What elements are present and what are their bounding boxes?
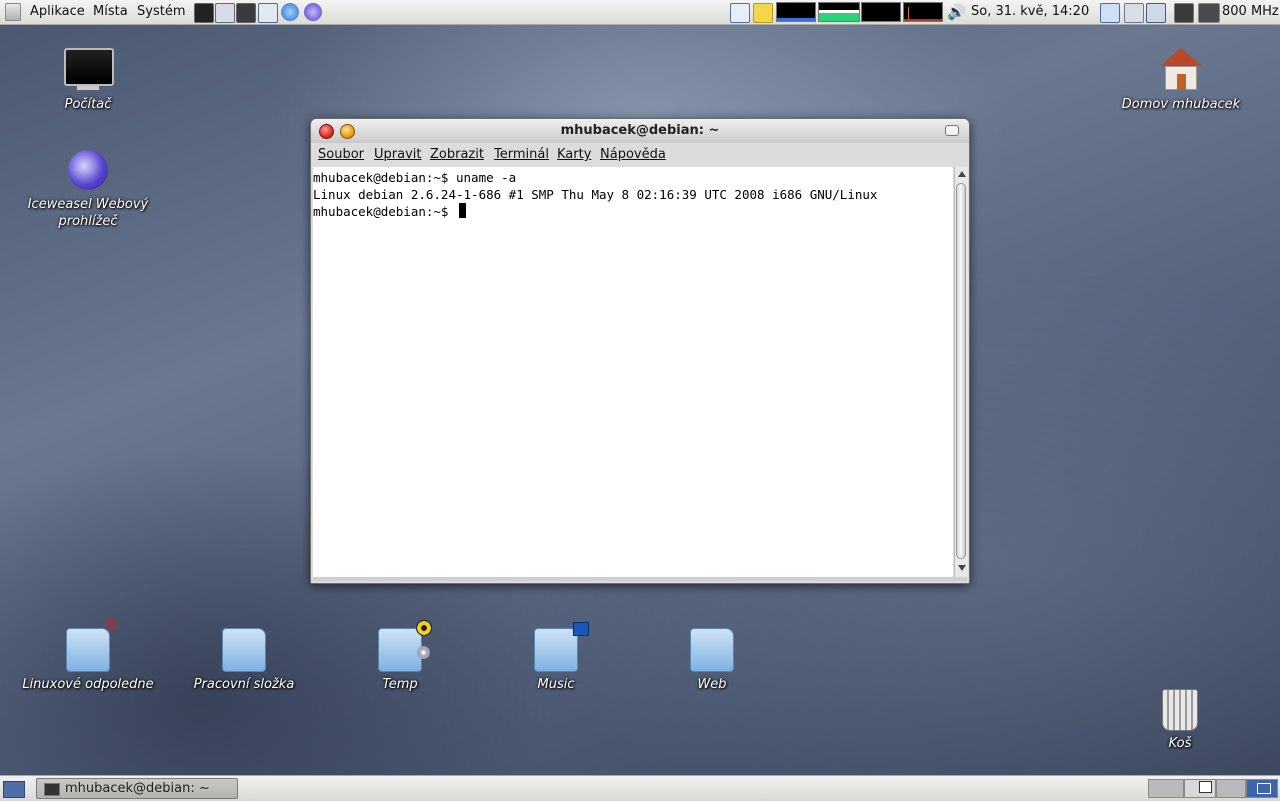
disc-emblem-icon: [417, 646, 430, 659]
trash-icon: [1162, 689, 1198, 731]
computer-icon: [64, 48, 114, 86]
terminal-icon[interactable]: [194, 3, 214, 23]
network-graph[interactable]: [861, 2, 901, 22]
memory-graph[interactable]: [818, 2, 860, 22]
clapperboard-emblem-icon: [573, 622, 589, 636]
desktop-icon-home[interactable]: Domov mhubacek: [1106, 46, 1256, 116]
load-graph[interactable]: [903, 2, 943, 22]
workspace-2[interactable]: [1184, 779, 1216, 798]
desktop-icon-pracovni-slozka[interactable]: Pracovní složka: [169, 620, 319, 700]
show-desktop-icon[interactable]: [3, 781, 25, 798]
menu-terminal[interactable]: Terminál: [494, 143, 549, 167]
cpu-freq-icon[interactable]: [1198, 3, 1220, 23]
menu-zobrazit[interactable]: Zobrazit: [430, 143, 484, 167]
terminal-icon: [44, 783, 60, 796]
desktop-icon-label: Pracovní složka: [193, 677, 295, 692]
menu-upravit[interactable]: Upravit: [374, 143, 421, 167]
vertical-scrollbar[interactable]: [954, 167, 968, 577]
home-icon: [1160, 48, 1202, 92]
cpu-frequency[interactable]: 800 MHz: [1222, 0, 1279, 24]
cpu-graph[interactable]: [776, 2, 816, 22]
display-icon[interactable]: [1146, 3, 1166, 23]
scroll-up-arrow[interactable]: [958, 171, 966, 177]
desktop-icon-linuxove-odpoledne[interactable]: Linuxové odpoledne: [13, 620, 163, 700]
desktop-icon-web[interactable]: Web: [637, 620, 787, 700]
task-terminal[interactable]: mhubacek@debian: ~: [36, 778, 238, 799]
places-menu[interactable]: Místa: [93, 0, 128, 24]
desktop-icon-label: Domov mhubacek: [1121, 97, 1241, 112]
desktop-icon-label: Koš: [1168, 736, 1192, 751]
update-icon[interactable]: [1124, 3, 1144, 23]
system-menu[interactable]: Systém: [137, 0, 185, 24]
terminal-line: Linux debian 2.6.24-1-686 #1 SMP Thu May…: [313, 187, 878, 202]
desktop-icon-computer[interactable]: Počítač: [13, 46, 163, 116]
folder-icon: [222, 628, 266, 672]
clipboard-icon[interactable]: [730, 3, 750, 23]
desktop-icon-trash[interactable]: Koš: [1105, 685, 1255, 757]
power-icon[interactable]: [1174, 3, 1194, 23]
emblem-icon: [106, 620, 116, 630]
applications-menu[interactable]: Aplikace: [30, 0, 85, 24]
folder-icon: [66, 628, 110, 672]
desktop-icon-label: Web: [697, 677, 727, 692]
menu-soubor[interactable]: Soubor: [318, 143, 364, 167]
terminal-line: mhubacek@debian:~$ uname -a: [313, 170, 517, 185]
menu-label: Upravit: [374, 147, 422, 162]
menubar: Soubor Upravit Zobrazit Terminál Karty N…: [311, 143, 969, 167]
menu-label: Soubor: [318, 147, 364, 162]
desktop-icon-iceweasel[interactable]: Iceweasel Webový prohlížeč: [13, 146, 163, 236]
top-panel: Aplikace Místa Systém 🔊 So, 31. kvě, 14:…: [0, 0, 1280, 25]
system-monitor-icon[interactable]: [236, 3, 256, 23]
desktop-icon-label: Počítač: [64, 97, 112, 112]
workspace-3[interactable]: [1216, 779, 1246, 798]
desktop-icon-music[interactable]: Music: [481, 620, 631, 700]
desktop-icon-label: Linuxové odpoledne: [22, 677, 154, 692]
scroll-down-arrow[interactable]: [958, 565, 966, 571]
desktop-icon-label: Iceweasel Webový prohlížeč: [27, 197, 149, 229]
terminal-output[interactable]: mhubacek@debian:~$ uname -a Linux debian…: [313, 167, 953, 577]
window-title: mhubacek@debian: ~: [560, 123, 720, 138]
desktop-icon-label: Music: [537, 677, 575, 692]
task-label: mhubacek@debian: ~: [65, 781, 210, 796]
menu-label: Terminál: [494, 147, 549, 162]
terminal-prompt: mhubacek@debian:~$: [313, 204, 456, 219]
screenshot-icon[interactable]: [258, 3, 278, 23]
window-titlebar[interactable]: mhubacek@debian: ~: [311, 119, 969, 143]
browser-icon[interactable]: [304, 3, 322, 21]
window-bottom-edge: [313, 577, 967, 581]
menu-karty[interactable]: Karty: [557, 143, 591, 167]
terminal-window: mhubacek@debian: ~ Soubor Upravit Zobraz…: [310, 118, 970, 584]
scroll-thumb[interactable]: [956, 183, 966, 559]
menu-napoveda[interactable]: Nápověda: [600, 143, 666, 167]
monitor-stand: [77, 86, 99, 90]
volume-icon[interactable]: 🔊: [947, 0, 966, 24]
radiation-emblem-icon: [416, 620, 432, 636]
text-editor-icon[interactable]: [215, 3, 235, 23]
menu-label: Nápověda: [600, 147, 666, 162]
notes-icon[interactable]: [753, 3, 773, 23]
desktop-icon-temp[interactable]: Temp: [325, 620, 475, 700]
terminal-cursor: [459, 203, 466, 218]
help-icon[interactable]: [281, 3, 299, 21]
menu-label: Zobrazit: [430, 147, 484, 162]
desktop-icon-label: Temp: [382, 677, 418, 692]
debian-menu-icon[interactable]: [5, 3, 21, 21]
iceweasel-icon: [68, 150, 108, 190]
clock[interactable]: So, 31. kvě, 14:20: [971, 0, 1089, 24]
folder-icon: [534, 628, 578, 672]
network-icon[interactable]: [1100, 3, 1120, 23]
folder-icon: [690, 628, 734, 672]
menu-label: Karty: [557, 147, 592, 162]
terminal-prompt-line: mhubacek@debian:~$: [313, 203, 466, 220]
folder-icon: [378, 628, 422, 672]
bottom-panel: mhubacek@debian: ~: [0, 775, 1280, 801]
maximize-button[interactable]: [945, 125, 959, 136]
workspace-1[interactable]: [1148, 779, 1184, 798]
workspace-4[interactable]: [1246, 779, 1278, 798]
